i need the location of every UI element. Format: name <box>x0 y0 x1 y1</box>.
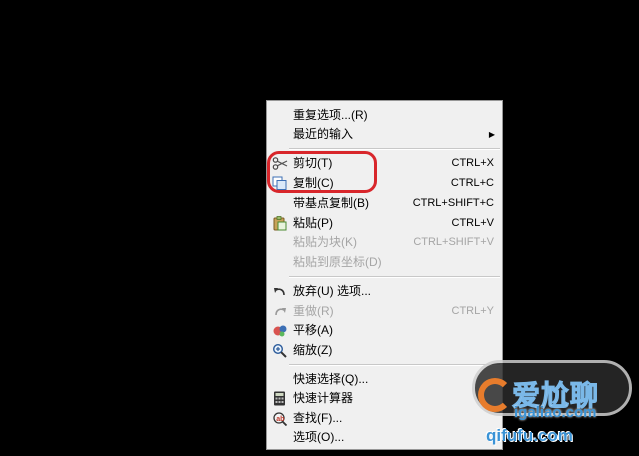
menu-item-zoom[interactable]: 缩放(Z) <box>267 341 502 360</box>
menu-item-label: 缩放(Z) <box>293 343 333 357</box>
menu-item-quick-select[interactable]: 快速选择(Q)... <box>267 370 502 389</box>
watermark-url-text: qifufu.com <box>486 426 573 445</box>
menu-item-label: 重做(R) <box>293 304 334 318</box>
menu-item-copy-with-base-point[interactable]: 带基点复制(B) CTRL+SHIFT+C <box>267 194 502 213</box>
shortcut-label: CTRL+Y <box>451 305 495 317</box>
swirl-logo-icon <box>478 378 512 412</box>
menu-item-label: 快速选择(Q)... <box>293 372 369 386</box>
menu-item-label: 粘贴为块(K) <box>293 235 357 249</box>
menu-item-label: 查找(F)... <box>293 411 343 425</box>
menu-item-undo[interactable]: 放弃(U) 选项... <box>267 282 502 301</box>
menu-item-options[interactable]: 选项(O)... <box>267 428 502 447</box>
menu-item-pan[interactable]: 平移(A) <box>267 321 502 340</box>
redo-icon <box>272 304 288 319</box>
annotation-highlight-ring <box>267 151 377 193</box>
menu-item-label: 带基点复制(B) <box>293 196 369 210</box>
menu-item-label: 重复选项...(R) <box>293 108 368 122</box>
menu-item-quick-calculator[interactable]: 快速计算器 <box>267 389 502 408</box>
menu-separator <box>289 148 500 150</box>
watermark-logo: 爱尬聊 igaliao.com qifufu.com <box>468 360 636 456</box>
menu-item-label: 选项(O)... <box>293 430 345 444</box>
menu-item-recent-input[interactable]: 最近的输入 ▶ <box>267 125 502 144</box>
menu-item-redo[interactable]: 重做(R) CTRL+Y <box>267 302 502 321</box>
shortcut-label: CTRL+V <box>451 217 495 229</box>
calculator-icon <box>272 391 288 406</box>
menu-item-label: 粘贴(P) <box>293 216 333 230</box>
menu-item-paste-to-original-coords[interactable]: 粘贴到原坐标(D) <box>267 253 502 272</box>
shortcut-label: CTRL+SHIFT+C <box>412 197 494 209</box>
submenu-arrow-icon: ▶ <box>488 130 495 139</box>
zoom-icon <box>272 343 288 358</box>
find-icon: ab <box>272 411 288 427</box>
menu-item-find[interactable]: ab 查找(F)... <box>267 409 502 428</box>
paste-icon <box>272 216 288 231</box>
shortcut-label: CTRL+C <box>450 177 494 189</box>
pan-icon <box>272 323 288 338</box>
menu-item-label: 平移(A) <box>293 323 333 337</box>
menu-item-label: 粘贴到原坐标(D) <box>293 255 382 269</box>
menu-item-paste-as-block[interactable]: 粘贴为块(K) CTRL+SHIFT+V <box>267 233 502 252</box>
menu-item-label: 放弃(U) 选项... <box>293 284 371 298</box>
menu-separator <box>289 276 500 278</box>
watermark-sub-text: igaliao.com <box>514 404 597 421</box>
menu-item-repeat-options[interactable]: 重复选项...(R) <box>267 106 502 125</box>
menu-item-paste[interactable]: 粘贴(P) CTRL+V <box>267 214 502 233</box>
menu-item-label: 最近的输入 <box>293 127 354 141</box>
undo-icon <box>272 284 288 299</box>
shortcut-label: CTRL+SHIFT+V <box>413 236 494 248</box>
menu-item-label: 快速计算器 <box>293 391 354 405</box>
shortcut-label: CTRL+X <box>451 157 495 169</box>
